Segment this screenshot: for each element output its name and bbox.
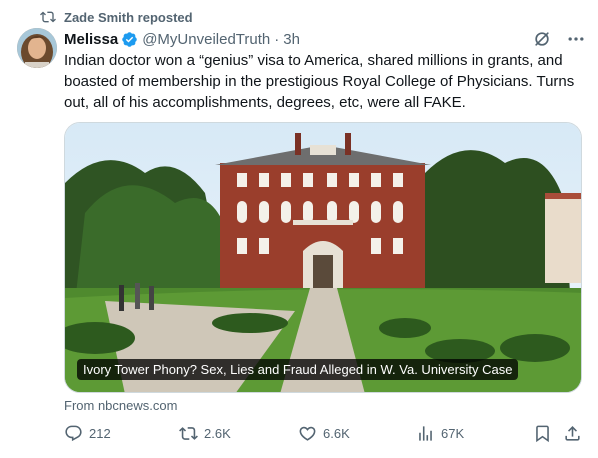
share-icon: [565, 426, 580, 441]
verified-badge-icon: [122, 31, 137, 47]
repost-icon: [40, 11, 56, 23]
avatar-image: [17, 28, 57, 68]
card-caption: Ivory Tower Phony? Sex, Lies and Fraud A…: [77, 359, 519, 380]
bookmark-button[interactable]: [533, 424, 552, 443]
repost-text: Zade Smith reposted: [64, 9, 193, 25]
action-bar: 212 2.6K 6.6K 67K: [64, 424, 584, 448]
card-image: [65, 123, 581, 392]
card-source[interactable]: From nbcnews.com: [64, 398, 177, 413]
repost-indicator[interactable]: Zade Smith reposted: [40, 8, 193, 26]
timestamp[interactable]: 3h: [283, 31, 300, 48]
link-card[interactable]: Ivory Tower Phony? Sex, Lies and Fraud A…: [64, 122, 582, 393]
repost-button[interactable]: 2.6K: [179, 424, 231, 443]
repost-count: 2.6K: [204, 426, 231, 441]
reply-count: 212: [89, 426, 111, 441]
share-button[interactable]: [563, 424, 582, 443]
tweet-header: Melissa @MyUnveiledTruth · 3h: [64, 29, 586, 49]
bookmark-icon: [536, 425, 549, 443]
heart-icon: [299, 426, 316, 441]
grok-icon[interactable]: [532, 29, 552, 49]
reply-icon: [65, 425, 82, 442]
more-options-icon[interactable]: [566, 29, 586, 49]
like-count: 6.6K: [323, 426, 350, 441]
repost-icon: [179, 427, 198, 440]
like-button[interactable]: 6.6K: [298, 424, 350, 443]
avatar[interactable]: [17, 28, 57, 68]
separator-dot: ·: [274, 30, 280, 48]
tweet-text: Indian doctor won a “genius” visa to Ame…: [64, 52, 575, 111]
views-count: 67K: [441, 426, 465, 441]
analytics-icon: [419, 426, 432, 441]
header-actions: [532, 29, 586, 49]
author-handle[interactable]: @MyUnveiledTruth: [142, 31, 270, 48]
views-button[interactable]: 67K: [416, 424, 464, 443]
author-name[interactable]: Melissa: [64, 31, 118, 48]
reply-button[interactable]: 212: [64, 424, 111, 443]
